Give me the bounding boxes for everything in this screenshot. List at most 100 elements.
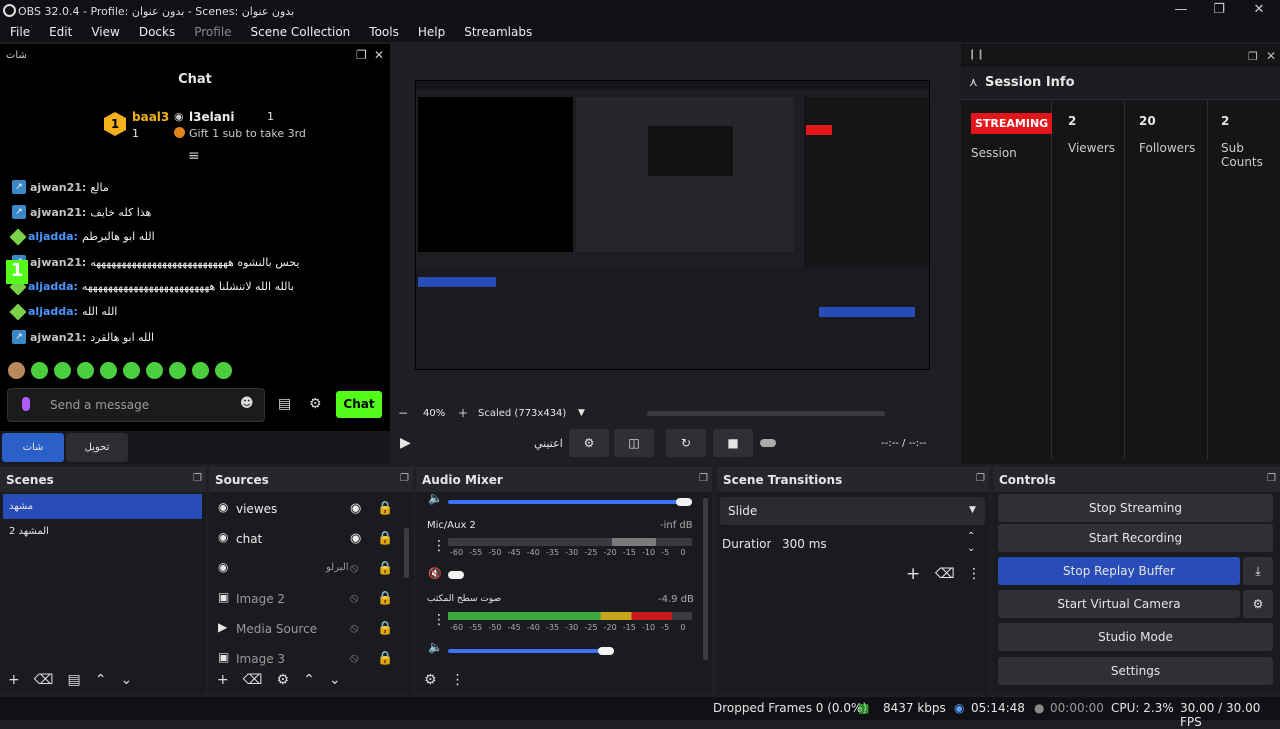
emote-icon[interactable] bbox=[215, 362, 232, 379]
eye-icon[interactable]: ◉ bbox=[350, 501, 361, 516]
float-dock-icon[interactable]: ❐ bbox=[699, 473, 708, 484]
down-icon[interactable]: ⌄ bbox=[121, 672, 133, 688]
chat-username[interactable]: ajwan21: bbox=[30, 181, 86, 194]
dock-grip-icon[interactable]: ❙❙ bbox=[968, 49, 985, 60]
more-vertical-icon[interactable]: ⋮ bbox=[967, 566, 981, 582]
stop-streaming-button[interactable]: Stop Streaming bbox=[998, 494, 1273, 522]
zoom-in-button[interactable]: + bbox=[458, 406, 468, 420]
menu-docks[interactable]: Docks bbox=[139, 25, 175, 39]
more-vertical-icon[interactable]: ⋮ bbox=[432, 612, 446, 628]
emote-icon[interactable] bbox=[192, 362, 209, 379]
lock-icon[interactable]: 🔒 bbox=[377, 591, 393, 606]
float-dock-icon[interactable]: ❐ bbox=[356, 48, 367, 62]
eye-off-icon[interactable]: ⦸ bbox=[350, 591, 358, 606]
more-vertical-icon[interactable]: ⋮ bbox=[432, 538, 446, 554]
trash-icon[interactable]: ⌫ bbox=[935, 566, 955, 582]
play-icon[interactable]: ▶ bbox=[400, 435, 411, 451]
add-icon[interactable]: + bbox=[8, 672, 20, 688]
save-replay-button[interactable]: ⤓ bbox=[1243, 557, 1273, 585]
menu-edit[interactable]: Edit bbox=[49, 25, 72, 39]
start-virtual-camera-button[interactable]: Start Virtual Camera bbox=[998, 590, 1240, 618]
chat-username[interactable]: aljadda: bbox=[28, 230, 78, 243]
duration-field[interactable]: 300 ms ⌃ ⌄ bbox=[771, 530, 983, 558]
layout-button[interactable]: ◫ bbox=[614, 429, 654, 457]
lock-icon[interactable]: 🔒 bbox=[377, 621, 393, 636]
emoji-icon[interactable]: ☻ bbox=[240, 396, 254, 411]
eye-off-icon[interactable]: ⦸ bbox=[350, 651, 358, 666]
minimize-button[interactable]: — bbox=[1162, 2, 1200, 20]
chat-send-button[interactable]: Chat bbox=[336, 391, 382, 418]
chat-username[interactable]: aljadda: bbox=[28, 305, 78, 318]
lock-icon[interactable]: 🔒 bbox=[377, 501, 393, 516]
trash-icon[interactable]: ⌫ bbox=[243, 672, 263, 688]
chevron-down-icon[interactable]: ⌄ bbox=[967, 543, 975, 554]
source-item[interactable]: ◉ chat ◉ 🔒 bbox=[209, 528, 399, 552]
lock-icon[interactable]: 🔒 bbox=[377, 651, 393, 666]
desktop-volume-slider[interactable] bbox=[448, 500, 692, 504]
seek-slider[interactable] bbox=[760, 439, 776, 447]
emote-icon[interactable] bbox=[100, 362, 117, 379]
message-input-box[interactable]: Send a message ☻ bbox=[7, 388, 265, 422]
emote-icon[interactable] bbox=[31, 362, 48, 379]
chat-username[interactable]: aljadda: bbox=[28, 280, 78, 293]
muted-icon[interactable]: 🔇 bbox=[428, 567, 442, 580]
mic-icon[interactable] bbox=[22, 397, 30, 411]
float-dock-icon[interactable]: ❐ bbox=[400, 473, 409, 484]
stop-replay-buffer-button[interactable]: Stop Replay Buffer bbox=[998, 557, 1240, 585]
emote-icon[interactable] bbox=[169, 362, 186, 379]
volume-knob[interactable] bbox=[598, 647, 615, 655]
tab-chat[interactable]: شات bbox=[2, 433, 64, 462]
stop-button[interactable]: ■ bbox=[713, 429, 753, 457]
close-dock-icon[interactable]: ✕ bbox=[374, 48, 384, 62]
collapse-icon[interactable]: ≡ bbox=[188, 148, 200, 164]
desktop-volume-slider[interactable] bbox=[448, 649, 605, 653]
sources-scrollbar[interactable] bbox=[404, 528, 409, 578]
gear-icon[interactable]: ⚙ bbox=[277, 672, 290, 688]
refresh-button[interactable]: ↻ bbox=[666, 429, 706, 457]
up-icon[interactable]: ⌃ bbox=[303, 672, 315, 688]
chat-username[interactable]: ajwan21: bbox=[30, 206, 86, 219]
menu-view[interactable]: View bbox=[91, 25, 119, 39]
menu-scene-collection[interactable]: Scene Collection bbox=[251, 25, 351, 39]
add-icon[interactable]: + bbox=[906, 564, 920, 584]
source-item[interactable]: ▣ Image 2 ⦸ 🔒 bbox=[209, 588, 399, 612]
more-vertical-icon[interactable]: ⋮ bbox=[451, 672, 465, 688]
gift-button-icon[interactable]: ▤ bbox=[278, 396, 291, 412]
scene-item[interactable]: مشهد bbox=[3, 494, 202, 519]
eye-off-icon[interactable]: ⦸ bbox=[350, 621, 358, 636]
float-dock-icon[interactable]: ❐ bbox=[1248, 50, 1258, 63]
menu-help[interactable]: Help bbox=[418, 25, 445, 39]
menu-tools[interactable]: Tools bbox=[369, 25, 399, 39]
scale-dropdown[interactable]: Scaled (773x434) bbox=[478, 408, 566, 419]
emote-icon[interactable] bbox=[77, 362, 94, 379]
chat-username[interactable]: ajwan21: bbox=[30, 331, 86, 344]
float-dock-icon[interactable]: ❐ bbox=[1267, 473, 1276, 484]
source-item[interactable]: ◉ viewes ◉ 🔒 bbox=[209, 498, 399, 522]
menu-file[interactable]: File bbox=[10, 25, 30, 39]
tab-transfer[interactable]: تحويل bbox=[66, 433, 128, 462]
volume-icon[interactable]: 🔈 bbox=[428, 491, 443, 505]
chevron-up-icon[interactable]: ⌃ bbox=[967, 531, 975, 542]
close-dock-icon[interactable]: ✕ bbox=[1266, 49, 1276, 63]
eye-icon[interactable]: ◉ bbox=[350, 531, 361, 546]
mixer-scrollbar[interactable] bbox=[703, 498, 708, 660]
emote-icon[interactable] bbox=[146, 362, 163, 379]
start-recording-button[interactable]: Start Recording bbox=[998, 524, 1273, 552]
emote-icon[interactable] bbox=[54, 362, 71, 379]
menu-streamlabs[interactable]: Streamlabs bbox=[464, 25, 532, 39]
source-item[interactable]: ◉ البرلو ⦸ 🔒 bbox=[209, 558, 399, 582]
chevron-down-icon[interactable]: ▼ bbox=[578, 408, 585, 418]
emote-icon[interactable] bbox=[123, 362, 140, 379]
lock-icon[interactable]: 🔒 bbox=[377, 531, 393, 546]
eye-off-icon[interactable]: ⦸ bbox=[350, 561, 358, 576]
lock-icon[interactable]: 🔒 bbox=[377, 561, 393, 576]
add-icon[interactable]: + bbox=[217, 672, 229, 688]
volume-knob[interactable] bbox=[676, 498, 692, 506]
scene-item[interactable]: المشهد 2 bbox=[9, 526, 49, 537]
settings-button[interactable]: ⚙ bbox=[569, 429, 609, 457]
preview-canvas[interactable] bbox=[415, 80, 930, 370]
volume-icon[interactable]: 🔈 bbox=[428, 640, 443, 654]
zoom-out-button[interactable]: − bbox=[398, 406, 408, 420]
settings-gear-icon[interactable]: ⚙ bbox=[309, 396, 322, 412]
emote-icon[interactable] bbox=[8, 362, 25, 379]
